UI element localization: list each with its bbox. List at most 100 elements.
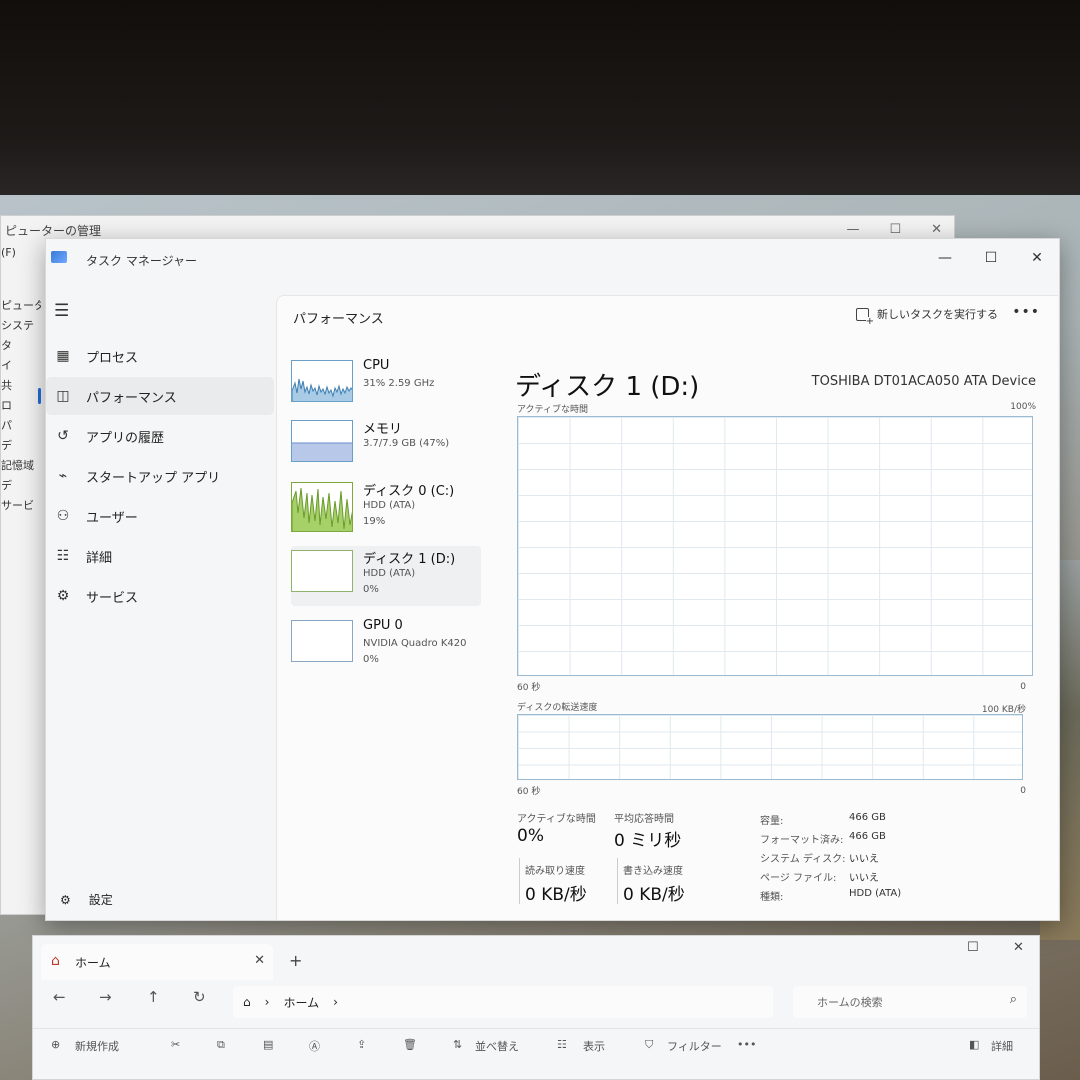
cm-minimize-button[interactable]: — bbox=[846, 222, 859, 237]
prop-type-value: HDD (ATA) bbox=[849, 888, 902, 899]
details-icon: ☷ bbox=[56, 548, 70, 564]
close-button[interactable]: ✕ bbox=[1019, 245, 1055, 271]
cpu-sparkline bbox=[291, 360, 353, 402]
sort-icon: ⇅ bbox=[453, 1038, 463, 1051]
avg-response-label: 平均応答時間 bbox=[614, 814, 674, 825]
prop-type-label: 種類: bbox=[760, 892, 784, 903]
active-time-graph bbox=[517, 416, 1033, 676]
share-icon[interactable]: ⇪ bbox=[357, 1038, 366, 1051]
up-arrow-icon[interactable]: ↑ bbox=[147, 988, 160, 1024]
breadcrumb-home[interactable]: ホーム bbox=[283, 994, 319, 1011]
device-name: GPU 0 bbox=[363, 618, 403, 633]
explorer-maximize-button[interactable]: ☐ bbox=[967, 940, 979, 955]
device-type: HDD (ATA) bbox=[363, 568, 416, 579]
maximize-button[interactable]: ☐ bbox=[973, 245, 1009, 271]
sidebar: ☰ ▦ プロセス ◫ パフォーマンス ↺ アプリの履歴 ⌁ スタートアップ アプ… bbox=[38, 289, 276, 919]
nav-label: 詳細 bbox=[86, 550, 113, 566]
nav-startup-apps[interactable]: ⌁ スタートアップ アプリ bbox=[46, 457, 274, 495]
cm-maximize-button[interactable]: ☐ bbox=[889, 222, 901, 237]
settings-button[interactable]: ⚙ 設定 bbox=[60, 891, 113, 908]
cm-tree-item[interactable]: デ bbox=[1, 476, 41, 496]
nav-app-history[interactable]: ↺ アプリの履歴 bbox=[46, 417, 274, 455]
cm-tree-item[interactable]: システ bbox=[1, 316, 41, 336]
nav-label: パフォーマンス bbox=[86, 390, 177, 406]
cm-tree-item[interactable]: サービ bbox=[1, 496, 41, 516]
device-cpu[interactable]: CPU 31% 2.59 GHz bbox=[291, 356, 481, 416]
cpu-graph bbox=[292, 378, 352, 401]
new-tab-button[interactable]: + bbox=[289, 951, 302, 970]
app-history-icon: ↺ bbox=[57, 428, 69, 444]
device-type: HDD (ATA) bbox=[363, 500, 416, 511]
nav-details[interactable]: ☷ 詳細 bbox=[46, 537, 274, 575]
close-tab-icon[interactable]: ✕ bbox=[254, 953, 265, 968]
transfer-rate-graph-label: ディスクの転送速度 bbox=[517, 703, 598, 713]
nav-label: プロセス bbox=[86, 350, 139, 366]
services-icon: ⚙ bbox=[56, 588, 70, 604]
address-bar[interactable]: ⌂ › ホーム › bbox=[233, 986, 773, 1018]
details-button[interactable]: 詳細 bbox=[991, 1038, 1013, 1054]
nav-performance[interactable]: ◫ パフォーマンス bbox=[38, 377, 274, 415]
cut-icon[interactable]: ✂ bbox=[171, 1038, 180, 1051]
view-icon: ☷ bbox=[557, 1038, 567, 1051]
cm-title: ピューターの管理 bbox=[5, 224, 102, 238]
copy-icon[interactable]: ⧉ bbox=[217, 1038, 225, 1052]
back-arrow-icon[interactable]: ← bbox=[53, 988, 66, 1024]
search-box[interactable]: ホームの検索 ⌕ bbox=[793, 986, 1027, 1018]
prop-formatted-value: 466 GB bbox=[849, 831, 886, 842]
paste-icon[interactable]: ▤ bbox=[263, 1038, 273, 1051]
explorer-tab-home[interactable]: ⌂ ホーム ✕ bbox=[41, 944, 273, 980]
cm-close-button[interactable]: ✕ bbox=[931, 222, 942, 237]
title-bar[interactable]: タスク マネージャー — ☐ ✕ bbox=[46, 239, 1059, 279]
cm-tree-item[interactable]: 共 bbox=[1, 376, 41, 396]
nav-services[interactable]: ⚙ サービス bbox=[46, 577, 274, 615]
hamburger-menu-icon[interactable]: ☰ bbox=[54, 301, 69, 321]
window-title: タスク マネージャー bbox=[86, 254, 197, 268]
prop-page-file-value: いいえ bbox=[849, 873, 879, 884]
device-usage: 0% bbox=[363, 654, 379, 665]
file-explorer-window: ⌂ ホーム ✕ + ☐ ✕ ← → ↑ ↻ ⌂ › ホーム › ホームの検索 ⌕… bbox=[32, 935, 1040, 1080]
nav-processes[interactable]: ▦ プロセス bbox=[46, 337, 274, 375]
run-new-task-label: 新しいタスクを実行する bbox=[877, 308, 998, 321]
performance-pane: パフォーマンス 新しいタスクを実行する ••• CPU 31% 2.59 GHz bbox=[276, 295, 1058, 920]
cm-window-controls: — ☐ ✕ bbox=[846, 222, 942, 237]
device-disk-1[interactable]: ディスク 1 (D:) HDD (ATA) 0% bbox=[291, 546, 481, 606]
disk-model: TOSHIBA DT01ACA050 ATA Device bbox=[811, 374, 1036, 389]
users-icon: ⚇ bbox=[56, 508, 70, 524]
device-disk-0[interactable]: ディスク 0 (C:) HDD (ATA) 19% bbox=[291, 478, 481, 538]
explorer-close-button[interactable]: ✕ bbox=[1013, 940, 1024, 955]
rename-icon[interactable]: Ⓐ bbox=[309, 1038, 320, 1054]
more-options-icon[interactable]: ••• bbox=[1012, 304, 1040, 320]
device-gpu-0[interactable]: GPU 0 NVIDIA Quadro K420 0% bbox=[291, 616, 481, 676]
device-memory[interactable]: メモリ 3.7/7.9 GB (47%) bbox=[291, 416, 481, 476]
settings-label: 設定 bbox=[88, 893, 113, 907]
view-button[interactable]: 表示 bbox=[583, 1038, 605, 1054]
new-button[interactable]: 新規作成 bbox=[75, 1038, 119, 1054]
cm-tree-item[interactable]: デ bbox=[1, 436, 41, 456]
forward-arrow-icon[interactable]: → bbox=[99, 988, 112, 1024]
run-new-task-button[interactable]: 新しいタスクを実行する bbox=[856, 306, 998, 327]
refresh-icon[interactable]: ↻ bbox=[193, 988, 206, 1024]
device-model: NVIDIA Quadro K420 bbox=[363, 638, 467, 649]
filter-icon: ⛉ bbox=[645, 1038, 654, 1051]
cm-menu-file[interactable]: (F) bbox=[1, 246, 16, 259]
disk0-graph bbox=[292, 487, 352, 531]
delete-icon[interactable]: 🗑 bbox=[403, 1038, 417, 1051]
more-options-icon[interactable]: ••• bbox=[737, 1038, 756, 1051]
minimize-button[interactable]: — bbox=[927, 245, 963, 271]
home-icon: ⌂ bbox=[243, 995, 251, 1009]
device-name: ディスク 1 (D:) bbox=[363, 552, 456, 567]
nav-users[interactable]: ⚇ ユーザー bbox=[46, 497, 274, 535]
cm-tree-item[interactable]: パ bbox=[1, 416, 41, 436]
memory-graph bbox=[292, 442, 352, 461]
cm-tree-item[interactable]: タ bbox=[1, 336, 41, 356]
cm-tree-item[interactable]: ロ bbox=[1, 396, 41, 416]
device-usage: 31% 2.59 GHz bbox=[363, 378, 435, 389]
write-speed-label: 書き込み速度 bbox=[623, 866, 683, 877]
filter-button[interactable]: フィルター bbox=[667, 1038, 722, 1054]
cm-tree-item[interactable]: ピュータ bbox=[1, 296, 41, 316]
cm-tree-item[interactable]: 記憶域 bbox=[1, 456, 41, 476]
cm-tree-item[interactable]: イ bbox=[1, 356, 41, 376]
gpu-sparkline bbox=[291, 620, 353, 662]
sort-button[interactable]: 並べ替え bbox=[475, 1038, 519, 1054]
memory-sparkline bbox=[291, 420, 353, 462]
